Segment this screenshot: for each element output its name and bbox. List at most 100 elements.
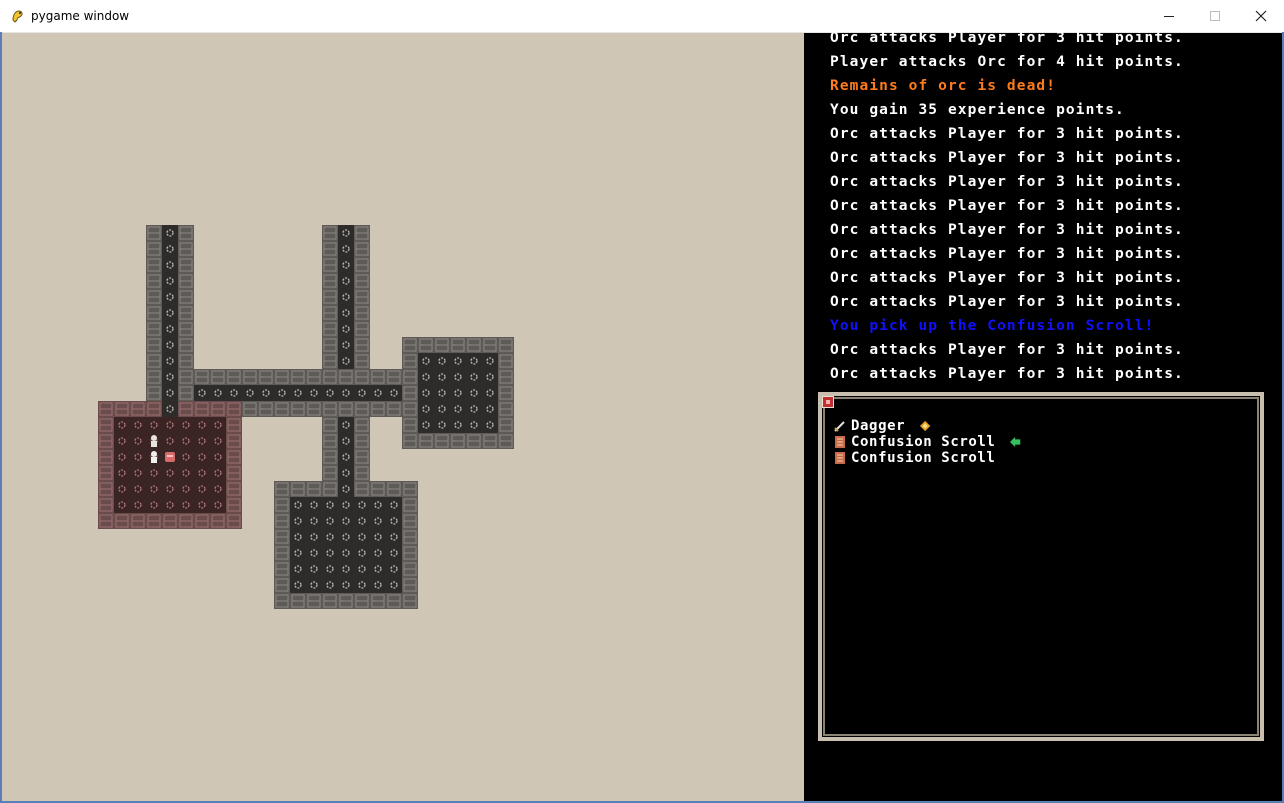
floor-tile (162, 337, 178, 353)
wall-tile (402, 481, 418, 497)
wall-tile (290, 401, 306, 417)
floor-tile (338, 289, 354, 305)
floor-tile (482, 401, 498, 417)
roomfloor-tile (178, 449, 194, 465)
floor-tile (370, 529, 386, 545)
floor-tile (290, 513, 306, 529)
wall-tile (354, 337, 370, 353)
wall-tile (274, 577, 290, 593)
wall-tile (402, 497, 418, 513)
wall-tile (354, 257, 370, 273)
floor-tile (338, 433, 354, 449)
wall-tile (386, 481, 402, 497)
floor-tile (162, 241, 178, 257)
floor-tile (290, 577, 306, 593)
wall-tile (274, 561, 290, 577)
log-message: Remains of orc is dead! (830, 78, 1057, 94)
wall-tile (402, 417, 418, 433)
inventory-item[interactable]: Confusion Scroll (832, 450, 1252, 466)
log-message: You gain 35 experience points. (830, 102, 1125, 118)
wall-tile (274, 545, 290, 561)
roomfloor-tile (130, 417, 146, 433)
floor-tile (162, 385, 178, 401)
player-icon[interactable] (151, 451, 157, 463)
wall-tile (354, 481, 370, 497)
floor-tile (450, 401, 466, 417)
inventory-item[interactable]: Dagger (832, 418, 1252, 434)
wall-tile (354, 401, 370, 417)
log-message: Orc attacks Player for 3 hit points. (830, 126, 1184, 142)
floor-tile (338, 337, 354, 353)
corpse-icon[interactable] (165, 452, 175, 462)
wall-tile (322, 401, 338, 417)
floor-tile (322, 545, 338, 561)
wall-tile (402, 385, 418, 401)
floor-tile (162, 257, 178, 273)
floor-tile (162, 353, 178, 369)
log-message: Orc attacks Player for 3 hit points. (830, 366, 1184, 382)
wall-tile (258, 369, 274, 385)
wall-tile (178, 257, 194, 273)
floor-tile (338, 225, 354, 241)
floor-tile (338, 321, 354, 337)
scroll-icon (835, 452, 845, 464)
dungeon-map[interactable] (2, 33, 802, 801)
floor-tile (338, 497, 354, 513)
wall-tile (354, 353, 370, 369)
equipped-icon (920, 420, 931, 432)
wall-tile (322, 353, 338, 369)
floor-tile (450, 353, 466, 369)
close-square-icon[interactable] (822, 396, 834, 408)
floor-tile (290, 545, 306, 561)
floor-tile (386, 577, 402, 593)
roomfloor-tile (146, 497, 162, 513)
floor-tile (338, 513, 354, 529)
floor-tile (466, 401, 482, 417)
roomwall-tile (98, 401, 114, 417)
floor-tile (290, 385, 306, 401)
message-log: Orc attacks Player for 3 hit points. Play… (830, 26, 1260, 386)
floor-tile (306, 545, 322, 561)
wall-tile (178, 225, 194, 241)
floor-tile (354, 577, 370, 593)
floor-tile (386, 513, 402, 529)
wall-tile (402, 577, 418, 593)
selected-arrow-icon (1010, 436, 1021, 448)
wall-tile (274, 529, 290, 545)
floor-tile (386, 545, 402, 561)
wall-tile (178, 353, 194, 369)
floor-tile (226, 385, 242, 401)
wall-tile (498, 417, 514, 433)
floor-tile (354, 497, 370, 513)
floor-tile (418, 353, 434, 369)
floor-tile (338, 545, 354, 561)
wall-tile (482, 337, 498, 353)
wall-tile (274, 593, 290, 609)
floor-tile (306, 497, 322, 513)
log-message: Orc attacks Player for 3 hit points. (830, 150, 1184, 166)
floor-tile (370, 385, 386, 401)
log-message: Orc attacks Player for 3 hit points. (830, 222, 1184, 238)
floor-tile (482, 369, 498, 385)
skull-icon[interactable] (151, 435, 157, 447)
wall-tile (354, 225, 370, 241)
wall-tile (242, 369, 258, 385)
roomfloor-tile (178, 465, 194, 481)
roomwall-tile (226, 513, 242, 529)
window-title: pygame window (31, 9, 130, 23)
pygame-snake-icon (12, 10, 23, 23)
roomfloor-tile (210, 497, 226, 513)
floor-tile (338, 529, 354, 545)
floor-tile (354, 513, 370, 529)
floor-tile (242, 385, 258, 401)
wall-tile (146, 385, 162, 401)
roomfloor-tile (162, 497, 178, 513)
roomfloor-tile (114, 497, 130, 513)
wall-tile (306, 593, 322, 609)
inventory-item[interactable]: Confusion Scroll (832, 434, 1252, 450)
wall-tile (338, 593, 354, 609)
floor-tile (466, 385, 482, 401)
floor-tile (418, 401, 434, 417)
wall-tile (322, 369, 338, 385)
wall-tile (146, 241, 162, 257)
